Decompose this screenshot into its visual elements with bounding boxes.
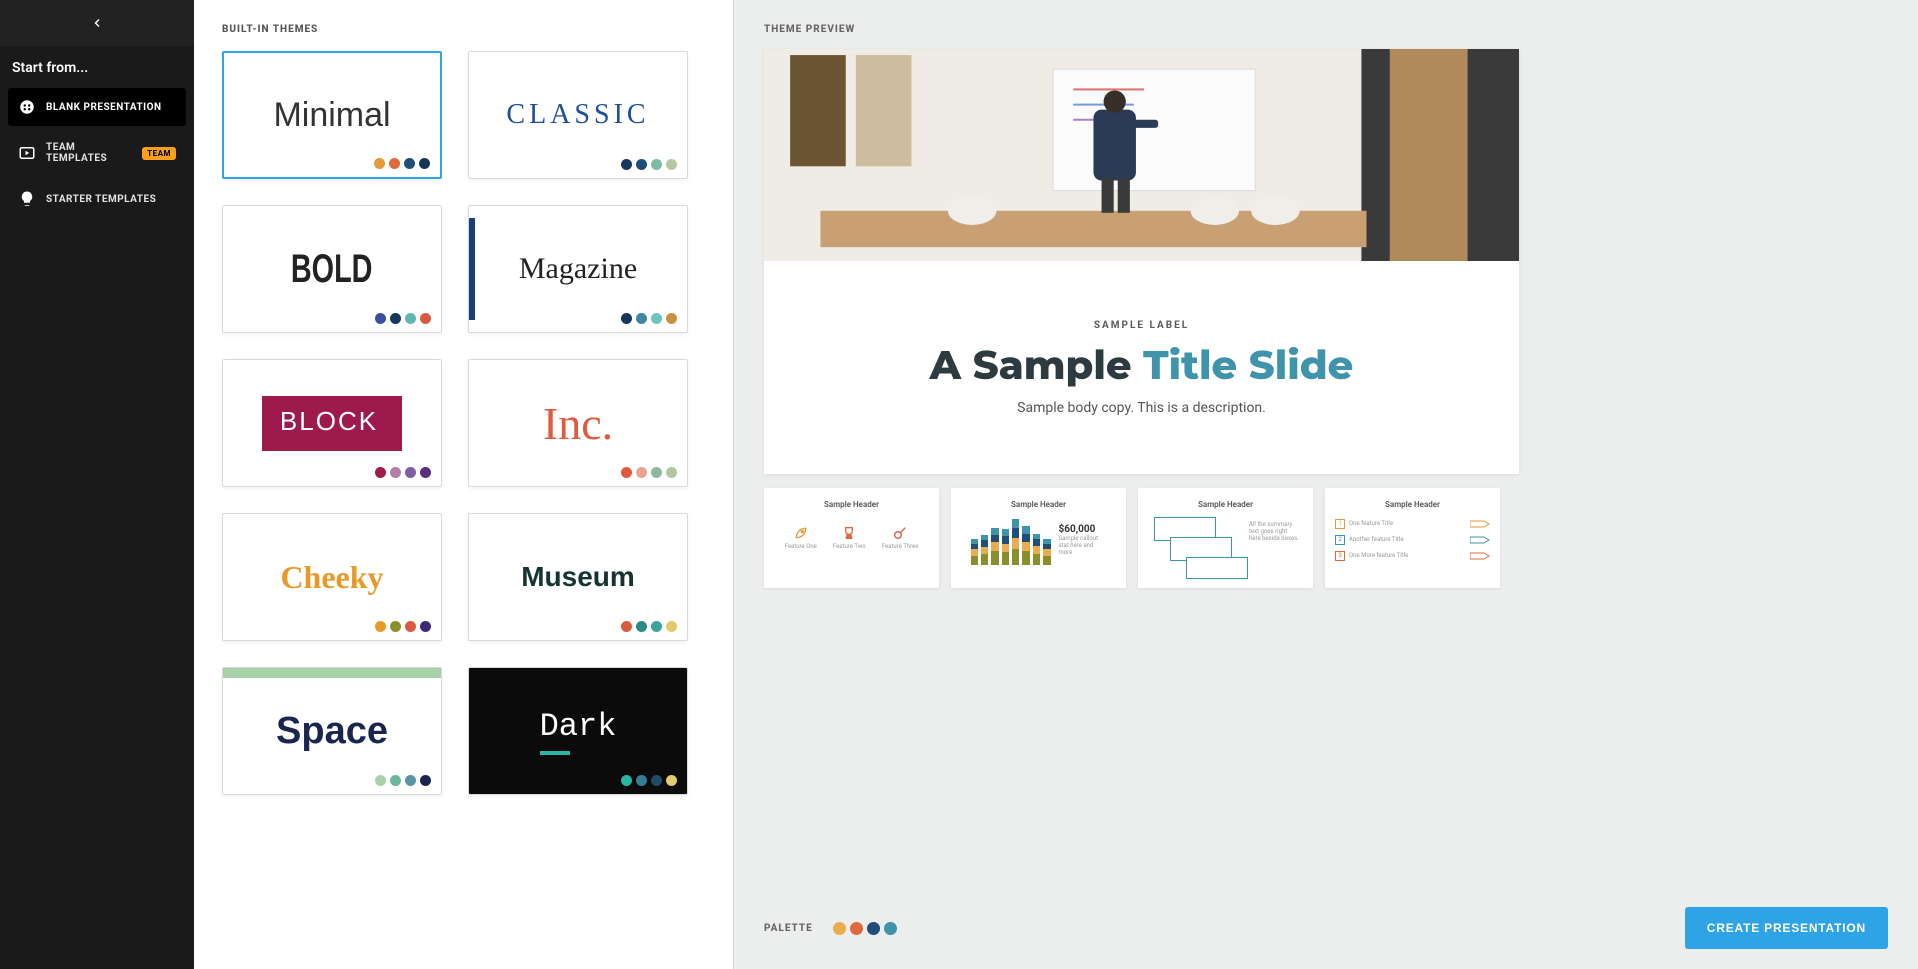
preview-thumb-row: Sample Header Feature One Feature Two Fe… <box>764 488 1888 588</box>
theme-title: Inc. <box>543 397 613 450</box>
slide-body: Sample body copy. This is a description. <box>1017 400 1266 416</box>
theme-card-cheeky[interactable]: Cheeky <box>222 513 442 641</box>
sidebar-item-starter-templates[interactable]: STARTER TEMPLATES <box>8 180 186 218</box>
preview-heading: THEME PREVIEW <box>764 24 1888 35</box>
theme-palette-dots <box>375 621 431 632</box>
theme-title: Museum <box>521 561 635 593</box>
preview-thumb-icons[interactable]: Sample Header Feature One Feature Two Fe… <box>764 488 939 588</box>
theme-palette-dots <box>621 159 677 170</box>
team-badge: TEAM <box>142 147 176 160</box>
theme-card-museum[interactable]: Museum <box>468 513 688 641</box>
theme-palette-dots <box>621 775 677 786</box>
rocket-icon <box>793 525 809 541</box>
theme-title: Cheeky <box>280 559 383 596</box>
trophy-icon <box>841 525 857 541</box>
theme-title: BOLD <box>291 247 373 292</box>
palette-swatches[interactable] <box>833 922 897 935</box>
themes-column: BUILT-IN THEMES Minimal CLASSIC BOLD Magazi… <box>194 0 734 969</box>
slide-label: SAMPLE LABEL <box>1094 320 1189 331</box>
sidebar-title: Start from... <box>0 46 194 88</box>
agenda-item: 2Another feature Title <box>1335 535 1490 545</box>
arrow-right-icon <box>1470 520 1490 528</box>
sidebar-item-icon <box>18 144 36 162</box>
preview-main-slide: SAMPLE LABEL A Sample Title Slide Sample… <box>764 49 1519 474</box>
theme-palette-dots <box>621 313 677 324</box>
theme-palette-dots <box>621 467 677 478</box>
theme-title: Dark <box>540 708 617 755</box>
preview-panel: THEME PREVIEW <box>734 0 1918 969</box>
theme-palette-dots <box>375 467 431 478</box>
sidebar-item-blank-presentation[interactable]: BLANK PRESENTATION <box>8 88 186 126</box>
sidebar-item-label: TEAM TEMPLATES <box>46 142 132 164</box>
arrow-right-icon <box>1470 536 1490 544</box>
sidebar: Start from... BLANK PRESENTATION TEAM TEM… <box>0 0 194 969</box>
guitar-icon <box>892 525 908 541</box>
palette-dot[interactable] <box>867 922 880 935</box>
theme-palette-dots <box>621 621 677 632</box>
theme-palette-dots <box>375 313 431 324</box>
slide-title: A Sample Title Slide <box>930 341 1354 390</box>
palette-dot[interactable] <box>850 922 863 935</box>
preview-thumb-boxes[interactable]: Sample Header All the summary text goes … <box>1138 488 1313 588</box>
theme-card-space[interactable]: Space <box>222 667 442 795</box>
theme-title: CLASSIC <box>506 99 649 131</box>
palette-dot[interactable] <box>884 922 897 935</box>
theme-title: Magazine <box>519 252 637 286</box>
back-button[interactable] <box>0 0 194 46</box>
theme-card-inc[interactable]: Inc. <box>468 359 688 487</box>
chevron-left-icon <box>91 17 103 29</box>
sidebar-item-team-templates[interactable]: TEAM TEMPLATES TEAM <box>8 132 186 174</box>
theme-title: BLOCK <box>262 396 402 451</box>
palette-dot[interactable] <box>833 922 846 935</box>
create-presentation-button[interactable]: CREATE PRESENTATION <box>1685 907 1888 949</box>
sidebar-item-icon <box>18 98 36 116</box>
theme-title: Minimal <box>273 96 390 135</box>
palette-label: PALETTE <box>764 923 813 934</box>
sidebar-item-icon <box>18 190 36 208</box>
agenda-item: 3One More feature Title <box>1335 551 1490 561</box>
sidebar-item-label: STARTER TEMPLATES <box>46 194 156 205</box>
theme-palette-dots <box>375 775 431 786</box>
slide-hero-image <box>764 49 1519 261</box>
sidebar-item-label: BLANK PRESENTATION <box>46 102 162 113</box>
theme-card-minimal[interactable]: Minimal <box>222 51 442 179</box>
preview-thumb-agenda[interactable]: Sample Header 1One feature Title2Another… <box>1325 488 1500 588</box>
theme-card-magazine[interactable]: Magazine <box>468 205 688 333</box>
themes-heading: BUILT-IN THEMES <box>222 24 705 35</box>
mini-bar-chart <box>971 515 1051 565</box>
theme-card-classic[interactable]: CLASSIC <box>468 51 688 179</box>
theme-card-bold[interactable]: BOLD <box>222 205 442 333</box>
theme-title: Space <box>276 710 388 753</box>
theme-palette-dots <box>374 158 430 169</box>
agenda-item: 1One feature Title <box>1335 519 1490 529</box>
arrow-right-icon <box>1470 552 1490 560</box>
theme-card-block[interactable]: BLOCK <box>222 359 442 487</box>
stat-value: $60,000 <box>1059 524 1107 535</box>
theme-card-dark[interactable]: Dark <box>468 667 688 795</box>
preview-thumb-chart[interactable]: Sample Header $60,000 Sample callout sta… <box>951 488 1126 588</box>
